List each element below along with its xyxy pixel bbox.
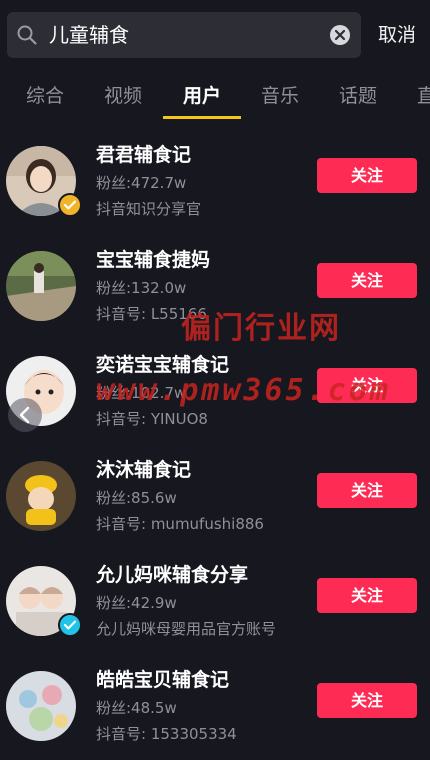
- follow-button[interactable]: 关注: [317, 263, 417, 298]
- user-item[interactable]: 皓皓宝贝辅食记 粉丝:48.5w 抖音号: 153305334 关注: [0, 651, 430, 756]
- user-name[interactable]: 皓皓宝贝辅食记: [96, 667, 229, 693]
- tab-users[interactable]: 用户: [183, 84, 221, 108]
- user-subtitle: 允儿妈咪母婴用品官方账号: [96, 620, 277, 638]
- back-arrow-button[interactable]: [8, 398, 42, 432]
- active-tab-indicator: [163, 116, 241, 119]
- avatar[interactable]: [6, 671, 76, 741]
- user-name[interactable]: 宝宝辅食捷妈: [96, 247, 210, 273]
- verified-badge-icon: [58, 613, 82, 637]
- search-input[interactable]: 儿童辅食: [7, 12, 361, 58]
- tab-videos[interactable]: 视频: [104, 84, 142, 108]
- user-subtitle: 抖音知识分享官: [96, 200, 202, 218]
- follow-button[interactable]: 关注: [317, 473, 417, 508]
- tab-music[interactable]: 音乐: [261, 84, 299, 108]
- follow-button[interactable]: 关注: [317, 158, 417, 193]
- search-icon: [17, 25, 37, 45]
- fan-count: 粉丝:132.0w: [96, 279, 187, 297]
- avatar[interactable]: [6, 566, 82, 637]
- tab-bar: 综合 视频 用户 音乐 话题 直: [0, 70, 430, 122]
- user-item[interactable]: 君君辅食记 粉丝:472.7w 抖音知识分享官 关注: [0, 126, 430, 231]
- user-item[interactable]: 沐沐辅食记 粉丝:85.6w 抖音号: mumufushi886 关注: [0, 441, 430, 546]
- search-header: 儿童辅食 取消: [0, 0, 430, 70]
- fan-count: 粉丝:85.6w: [96, 489, 177, 507]
- search-query[interactable]: 儿童辅食: [49, 22, 129, 48]
- fan-count: 粉丝:48.5w: [96, 699, 177, 717]
- follow-button[interactable]: 关注: [317, 578, 417, 613]
- avatar[interactable]: [6, 146, 82, 217]
- watermark-text: 偏门行业网: [181, 311, 341, 346]
- user-name[interactable]: 君君辅食记: [96, 142, 191, 168]
- tab-comprehensive[interactable]: 综合: [26, 84, 64, 108]
- tab-topics[interactable]: 话题: [339, 84, 377, 108]
- avatar[interactable]: [6, 251, 76, 321]
- cancel-button[interactable]: 取消: [378, 22, 416, 48]
- user-subtitle: 抖音号: mumufushi886: [96, 515, 264, 533]
- user-subtitle: 抖音号: YINUO8: [96, 410, 208, 428]
- tab-live[interactable]: 直: [417, 84, 430, 108]
- avatar[interactable]: [6, 461, 76, 531]
- follow-button[interactable]: 关注: [317, 683, 417, 718]
- clear-icon[interactable]: [329, 24, 351, 46]
- watermark-url: www.pmw365.com: [96, 373, 391, 408]
- fan-count: 粉丝:42.9w: [96, 594, 177, 612]
- fan-count: 粉丝:472.7w: [96, 174, 187, 192]
- user-name[interactable]: 允儿妈咪辅食分享: [96, 562, 248, 588]
- user-item[interactable]: 允儿妈咪辅食分享 粉丝:42.9w 允儿妈咪母婴用品官方账号 关注: [0, 546, 430, 651]
- chevron-left-icon: [19, 406, 30, 424]
- user-list: 君君辅食记 粉丝:472.7w 抖音知识分享官 关注 宝宝辅食捷妈 粉丝:132…: [0, 126, 430, 756]
- verified-badge-icon: [58, 193, 82, 217]
- user-subtitle: 抖音号: 153305334: [96, 725, 237, 743]
- user-name[interactable]: 沐沐辅食记: [96, 457, 191, 483]
